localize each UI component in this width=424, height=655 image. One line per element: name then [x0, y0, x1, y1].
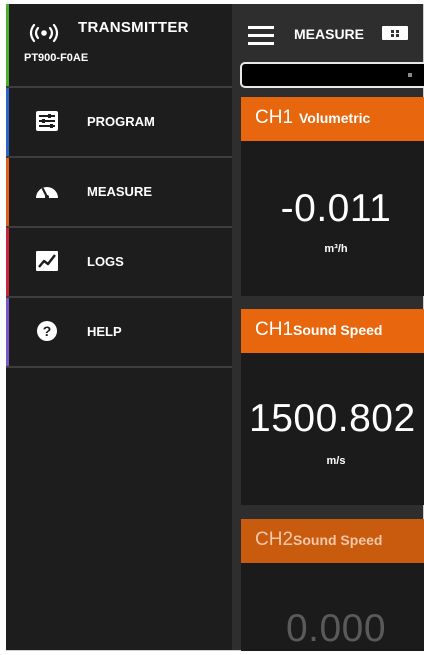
- measurement-type: Sound Speed: [293, 532, 383, 548]
- sidebar-item-label: PROGRAM: [87, 114, 155, 129]
- channel-id: CH1: [255, 107, 294, 128]
- channel-id: CH2: [255, 529, 294, 550]
- help-icon: ?: [37, 321, 57, 341]
- channel-card[interactable]: CH1 Sound Speed 1500.802 m/s: [241, 309, 424, 505]
- channel-card[interactable]: CH1 Volumetric -0.011 m³/h: [241, 97, 424, 296]
- channel-card-header: CH1 Sound Speed: [241, 309, 424, 353]
- measurement-unit: m/s: [326, 455, 346, 467]
- sidebar: TRANSMITTER PT900-F0AE PROGRAM MEASURE L…: [6, 4, 232, 650]
- selector-indicator: [408, 73, 412, 77]
- sidebar-item-label: LOGS: [87, 254, 124, 269]
- sidebar-item-program[interactable]: PROGRAM: [6, 88, 232, 156]
- channel-card-header: CH2 Sound Speed: [241, 519, 424, 563]
- grid-view-icon[interactable]: [382, 26, 408, 40]
- page-title: MEASURE: [294, 26, 365, 42]
- chart-icon: [36, 251, 58, 271]
- svg-text:?: ?: [43, 323, 52, 339]
- channel-card[interactable]: CH2 Sound Speed 0.000: [241, 519, 424, 651]
- measurement-value: -0.011: [280, 187, 392, 230]
- broadcast-icon: [29, 23, 59, 43]
- hamburger-icon[interactable]: [248, 26, 274, 46]
- sidebar-divider: [6, 366, 232, 368]
- transmitter-header[interactable]: TRANSMITTER PT900-F0AE: [6, 4, 232, 86]
- measurement-type: Sound Speed: [293, 322, 383, 338]
- measurement-type: Volumetric: [299, 110, 371, 126]
- transmitter-serial: PT900-F0AE: [24, 52, 89, 64]
- sidebar-item-help[interactable]: ? HELP: [6, 298, 232, 366]
- transmitter-title: TRANSMITTER: [78, 19, 189, 36]
- sidebar-item-label: HELP: [87, 324, 122, 339]
- sidebar-item-measure[interactable]: MEASURE: [6, 158, 232, 226]
- sidebar-item-label: MEASURE: [87, 184, 153, 199]
- measurement-value: 0.000: [285, 607, 387, 650]
- measurement-value: 1500.802: [249, 397, 416, 440]
- measure-topbar: MEASURE: [232, 4, 423, 60]
- measurement-unit: m³/h: [324, 243, 348, 255]
- sidebar-item-logs[interactable]: LOGS: [6, 228, 232, 296]
- channel-card-header: CH1 Volumetric: [241, 97, 424, 141]
- sliders-icon: [36, 111, 58, 131]
- channel-id: CH1: [255, 319, 294, 340]
- channel-selector[interactable]: [240, 62, 424, 88]
- gauge-icon: [36, 187, 58, 199]
